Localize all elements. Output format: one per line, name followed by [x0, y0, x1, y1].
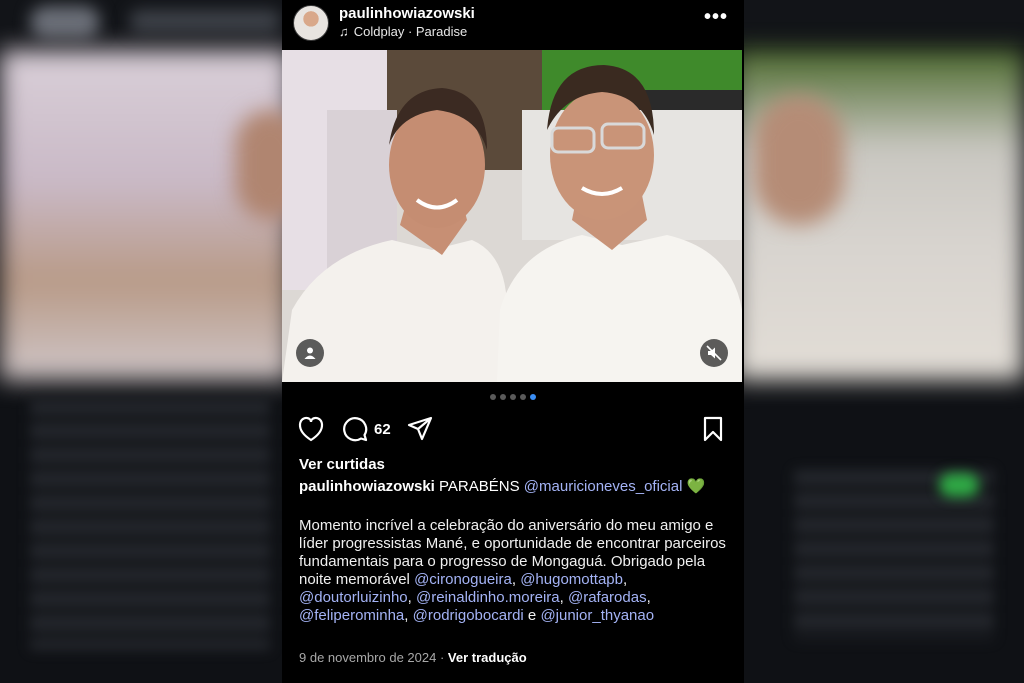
carousel-dot	[510, 394, 516, 400]
bookmark-icon[interactable]	[702, 416, 724, 442]
comment-icon	[343, 417, 368, 442]
music-note-icon: ♫	[339, 24, 349, 39]
caption-text: PARABÉNS	[439, 478, 520, 495]
action-bar: 62	[282, 412, 744, 446]
avatar[interactable]	[293, 5, 329, 41]
mention-link[interactable]: @doutorluizinho	[299, 589, 408, 606]
music-info[interactable]: ♫ Coldplay · Paradise	[339, 24, 467, 39]
carousel-dot	[530, 394, 536, 400]
post-photo[interactable]	[282, 50, 742, 382]
meta-separator: ·	[439, 650, 445, 665]
post-body: Momento incrível a celebração do anivers…	[299, 517, 726, 624]
mention-link[interactable]: @rafarodas	[568, 589, 647, 606]
view-likes-link[interactable]: Ver curtidas	[299, 456, 385, 473]
mention-link[interactable]: @cironogueira	[414, 571, 512, 588]
mention-link[interactable]: @rodrigobocardi	[413, 607, 524, 624]
more-icon[interactable]: •••	[704, 6, 728, 29]
conjunction: e	[527, 607, 537, 624]
carousel-dot	[490, 394, 496, 400]
caption: paulinhowiazowski PARABÉNS @mauricioneve…	[299, 478, 729, 496]
mention-link[interactable]: @hugomottapb	[520, 571, 623, 588]
mention-link[interactable]: @feliperominha	[299, 607, 404, 624]
comment-button[interactable]: 62	[342, 416, 391, 442]
mention-link[interactable]: @reinaldinho.moreira	[416, 589, 560, 606]
carousel-dot	[500, 394, 506, 400]
instagram-post: paulinhowiazowski ♫ Coldplay · Paradise …	[282, 0, 744, 683]
carousel-indicator	[282, 394, 744, 400]
music-label: Coldplay · Paradise	[353, 24, 468, 39]
post-header: paulinhowiazowski ♫ Coldplay · Paradise …	[282, 0, 744, 48]
person-tag-icon[interactable]	[296, 339, 324, 367]
body-text: Momento incrível a celebração do anivers…	[299, 517, 726, 588]
send-icon[interactable]	[407, 416, 433, 442]
translate-link[interactable]: Ver tradução	[448, 650, 527, 665]
caption-username[interactable]: paulinhowiazowski	[299, 478, 435, 495]
comment-count: 62	[374, 420, 391, 438]
green-heart-emoji: 💚	[686, 478, 706, 495]
caption-mention[interactable]: @mauricioneves_oficial	[524, 478, 683, 495]
carousel-dot	[520, 394, 526, 400]
mention-link[interactable]: @junior_thyanao	[540, 607, 654, 624]
post-date: 9 de novembro de 2024	[299, 650, 437, 665]
post-username[interactable]: paulinhowiazowski	[339, 5, 475, 22]
heart-icon[interactable]	[297, 416, 325, 442]
speaker-muted-icon[interactable]	[700, 339, 728, 367]
photo-illustration	[282, 50, 742, 382]
post-meta: 9 de novembro de 2024 · Ver tradução	[299, 650, 527, 665]
